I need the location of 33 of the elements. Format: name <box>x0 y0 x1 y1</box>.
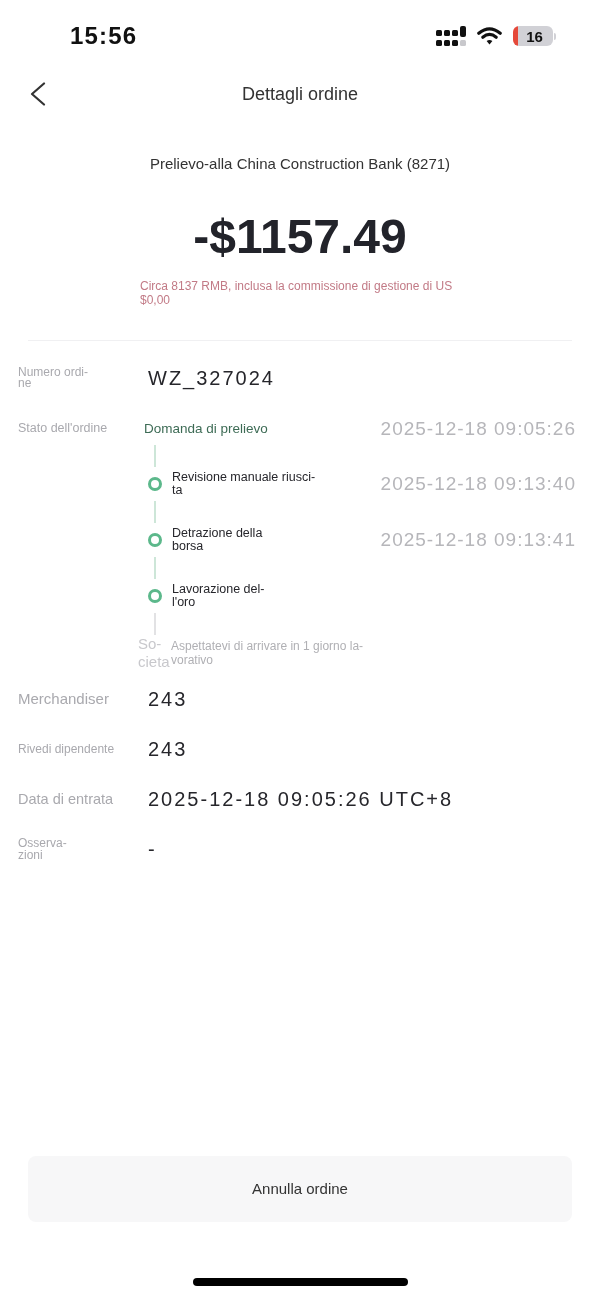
back-button[interactable] <box>30 82 46 106</box>
timeline-step-label: Detrazione della borsa <box>172 527 264 553</box>
field-label: Stato dell'ordine <box>18 421 109 436</box>
wifi-icon <box>477 27 502 45</box>
signal-icon <box>436 26 466 46</box>
status-time: 2025-12-18 09:05:26 <box>380 417 576 440</box>
field-label: Merchandiser <box>18 690 110 708</box>
field-value: WZ_327024 <box>148 366 275 390</box>
status-time: 2025-12-18 09:13:40 <box>380 473 576 495</box>
amount: -$1157.49 <box>193 209 407 265</box>
arrival-note: Aspettatevi di arrivare in 1 giorno la-vorativo <box>171 639 365 667</box>
status-time-clock: 15:56 <box>70 24 138 48</box>
field-label: Rivedi dipendente <box>18 742 116 756</box>
field-value: 2025-12-18 09:05:26 UTC+8 <box>148 787 454 811</box>
cancel-button[interactable]: Annulla ordine <box>28 1156 572 1222</box>
timeline-connector <box>154 445 156 467</box>
field-label: Osserva-zioni <box>18 837 68 861</box>
chevron-left-icon <box>30 82 46 106</box>
timeline-step-label: Lavorazione del-l'oro <box>172 583 266 609</box>
field-label: Numero ordi-ne <box>18 367 90 389</box>
field-value: 243 <box>148 737 188 761</box>
field-value: 243 <box>148 687 188 711</box>
timeline-connector <box>154 501 156 523</box>
field-value: - <box>148 837 157 861</box>
field-label: Data di entrata <box>18 790 115 808</box>
fee-note: Circa 8137 RMB, inclusa la commissione di gestione di US $0,00 <box>140 279 454 307</box>
timeline-connector <box>154 557 156 579</box>
status-time: 2025-12-18 09:13:41 <box>380 529 576 551</box>
page-title: Dettagli ordine <box>241 83 359 105</box>
status-current: Domanda di prelievo <box>144 420 268 437</box>
transaction-description: Prelievo-alla China Construction Bank (8271) <box>149 154 451 174</box>
battery-indicator: 16 <box>513 26 556 46</box>
timeline-step-label: Revisione manuale riusci-ta <box>172 471 317 497</box>
